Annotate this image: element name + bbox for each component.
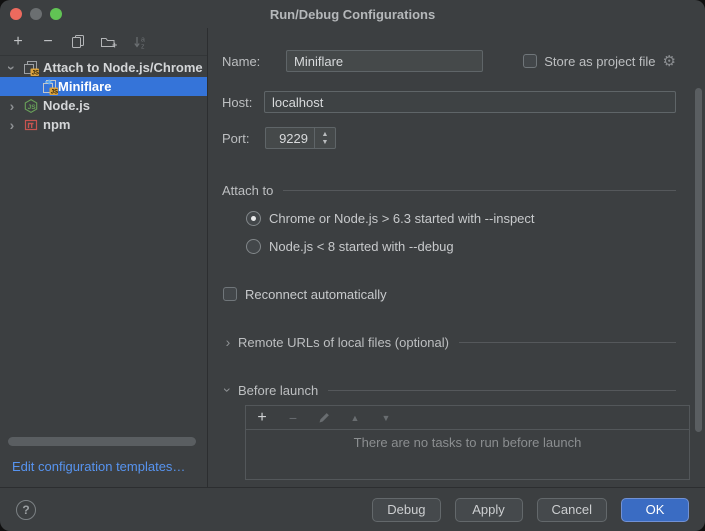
before-launch-panel: + − ▲ ▼ There are no tasks to run before…	[245, 405, 690, 480]
before-launch-toolbar: + − ▲ ▼	[246, 406, 689, 430]
dialog-body: + − + a	[0, 28, 705, 487]
sidebar-toolbar: + − + a	[0, 28, 207, 56]
vertical-scrollbar[interactable]	[695, 88, 702, 432]
port-input[interactable]	[266, 128, 314, 148]
stepper-down-icon[interactable]: ▼	[322, 139, 329, 146]
attach-run-config-icon: JS	[42, 79, 58, 95]
store-as-project-file-checkbox[interactable]	[523, 54, 537, 68]
add-task-icon[interactable]: +	[255, 411, 269, 425]
tree-item-label: Node.js	[43, 98, 90, 113]
chevron-down-icon[interactable]: ›	[221, 384, 235, 396]
radio-button-unselected[interactable]	[246, 239, 261, 254]
move-task-up-icon[interactable]: ▲	[348, 411, 362, 425]
add-configuration-icon[interactable]: +	[10, 34, 26, 50]
attach-to-section-header: Attach to	[222, 179, 676, 201]
host-label: Host:	[222, 95, 264, 110]
sort-alphabetically-icon[interactable]: a z	[132, 34, 148, 50]
move-task-down-icon[interactable]: ▼	[379, 411, 393, 425]
svg-text:JS: JS	[28, 103, 37, 110]
new-folder-icon[interactable]: +	[100, 34, 118, 50]
title-bar: Run/Debug Configurations	[0, 0, 705, 28]
reconnect-automatically-checkbox[interactable]	[223, 287, 237, 301]
reconnect-automatically-label: Reconnect automatically	[245, 287, 387, 302]
chevron-right-icon[interactable]: ›	[222, 335, 234, 349]
remove-task-icon[interactable]: −	[286, 411, 300, 425]
chevron-right-icon[interactable]: ›	[6, 99, 18, 113]
radio-button-selected[interactable]	[246, 211, 261, 226]
copy-configuration-icon[interactable]	[70, 34, 86, 50]
close-window-button[interactable]	[10, 8, 22, 20]
debug-button[interactable]: Debug	[372, 498, 440, 522]
remote-urls-title: Remote URLs of local files (optional)	[238, 335, 449, 350]
before-launch-title: Before launch	[238, 383, 318, 398]
radio-option-debug[interactable]: Node.js < 8 started with --debug	[246, 235, 454, 257]
help-icon[interactable]: ?	[16, 500, 36, 520]
remove-configuration-icon[interactable]: −	[40, 34, 56, 50]
host-row: Host:	[222, 91, 676, 113]
horizontal-scrollbar[interactable]	[8, 437, 196, 446]
apply-button[interactable]: Apply	[455, 498, 523, 522]
tree-item-npm[interactable]: › npm	[0, 115, 207, 134]
svg-text:JS: JS	[51, 89, 58, 94]
edit-task-icon[interactable]	[317, 411, 331, 425]
run-debug-configurations-dialog: Run/Debug Configurations + − +	[0, 0, 705, 531]
radio-option-label: Chrome or Node.js > 6.3 started with --i…	[269, 211, 535, 226]
dialog-title: Run/Debug Configurations	[270, 7, 435, 22]
radio-option-label: Node.js < 8 started with --debug	[269, 239, 454, 254]
footer-buttons: Debug Apply Cancel OK	[372, 498, 689, 522]
configurations-tree: › JS Attach to Node.js/Chrome	[0, 58, 207, 134]
tree-item-attach-to-node-chrome[interactable]: › JS Attach to Node.js/Chrome	[0, 58, 207, 77]
store-as-project-file-group: Store as project file ⚙	[523, 54, 676, 69]
port-label: Port:	[222, 131, 265, 146]
before-launch-empty-text: There are no tasks to run before launch	[246, 435, 689, 450]
tree-item-nodejs[interactable]: › JS Node.js	[0, 96, 207, 115]
attach-to-title: Attach to	[222, 183, 273, 198]
section-divider	[459, 342, 676, 343]
svg-text:JS: JS	[32, 70, 39, 75]
chevron-down-icon[interactable]: ›	[5, 62, 19, 74]
tree-item-label: Miniflare	[58, 79, 111, 94]
reconnect-automatically-row[interactable]: Reconnect automatically	[223, 283, 387, 305]
tree-item-label: Attach to Node.js/Chrome	[43, 60, 203, 75]
host-input[interactable]	[264, 91, 676, 113]
configuration-form: Name: Store as project file ⚙ Host: Port…	[208, 28, 705, 487]
port-field: ▲ ▼	[265, 127, 336, 149]
remote-urls-section-header[interactable]: › Remote URLs of local files (optional)	[222, 331, 676, 353]
port-row: Port: ▲ ▼	[222, 127, 336, 149]
radio-option-inspect[interactable]: Chrome or Node.js > 6.3 started with --i…	[246, 207, 535, 229]
name-row: Name: Store as project file ⚙	[222, 50, 676, 72]
svg-text:a: a	[141, 36, 145, 43]
nodejs-icon: JS	[23, 98, 39, 114]
tree-item-label: npm	[43, 117, 70, 132]
configurations-sidebar: + − + a	[0, 28, 208, 487]
section-divider	[328, 390, 676, 391]
port-stepper[interactable]: ▲ ▼	[314, 127, 335, 149]
cancel-button[interactable]: Cancel	[537, 498, 607, 522]
section-divider	[283, 190, 676, 191]
before-launch-section-header[interactable]: › Before launch	[222, 379, 676, 401]
svg-text:+: +	[112, 40, 117, 49]
traffic-lights	[10, 0, 62, 28]
attach-node-chrome-icon: JS	[23, 60, 39, 76]
edit-configuration-templates-link[interactable]: Edit configuration templates…	[12, 459, 185, 474]
gear-icon[interactable]: ⚙	[663, 54, 676, 69]
stepper-up-icon[interactable]: ▲	[322, 131, 329, 138]
store-as-project-file-label: Store as project file	[544, 54, 655, 69]
chevron-right-icon[interactable]: ›	[6, 118, 18, 132]
minimize-window-button[interactable]	[30, 8, 42, 20]
svg-text:z: z	[141, 43, 145, 49]
name-label: Name:	[222, 54, 286, 69]
zoom-window-button[interactable]	[50, 8, 62, 20]
ok-button[interactable]: OK	[621, 498, 689, 522]
dialog-footer: ? Debug Apply Cancel OK	[0, 487, 705, 531]
npm-icon	[23, 117, 39, 133]
tree-item-miniflare[interactable]: JS Miniflare	[0, 77, 207, 96]
name-input[interactable]	[286, 50, 483, 72]
